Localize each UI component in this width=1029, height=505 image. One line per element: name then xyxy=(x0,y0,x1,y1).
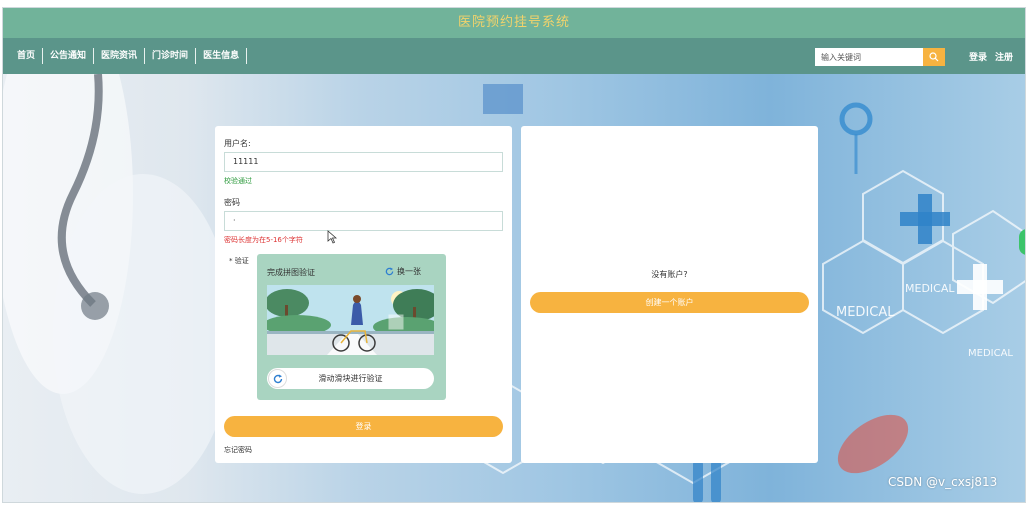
password-label: 密码 xyxy=(224,198,240,207)
search-input[interactable] xyxy=(815,48,923,66)
captcha-panel: 完成拼图验证 换一张 滑动滑块进行验证 xyxy=(257,254,446,400)
nav-bar: 首页 公告通知 医院资讯 门诊时间 医生信息 登录 注册 xyxy=(3,38,1025,74)
register-link[interactable]: 注册 xyxy=(995,50,1013,63)
search-icon xyxy=(929,52,939,62)
refresh-icon xyxy=(385,267,394,276)
password-error: 密码长度为在5-16个字符 xyxy=(224,236,303,244)
nav-item-doctors[interactable]: 医生信息 xyxy=(196,48,248,64)
svg-text:MEDICAL: MEDICAL xyxy=(968,348,1013,359)
password-input[interactable]: · xyxy=(224,211,503,231)
auth-links: 登录 注册 xyxy=(969,38,1013,74)
captcha-refresh-label: 换一张 xyxy=(397,267,421,276)
captcha-slider[interactable]: 滑动滑块进行验证 xyxy=(267,368,434,389)
main-nav: 首页 公告通知 医院资讯 门诊时间 医生信息 xyxy=(13,38,248,74)
mouse-cursor-icon xyxy=(327,230,337,244)
nav-item-home[interactable]: 首页 xyxy=(13,48,44,64)
forgot-password-link[interactable]: 忘记密码 xyxy=(224,445,252,455)
watermark: CSDN @v_cxsj813 xyxy=(888,475,998,489)
captcha-image xyxy=(267,285,434,355)
slider-hint: 滑动滑块进行验证 xyxy=(318,374,383,383)
side-chat-bubble[interactable] xyxy=(1019,229,1025,255)
captcha-puzzle-illustration xyxy=(267,285,434,355)
username-label: 用户名: xyxy=(224,139,251,148)
refresh-icon xyxy=(273,374,282,383)
medical-background-illustration: MEDICAL MEDICAL MEDICAL xyxy=(3,74,1025,502)
login-link[interactable]: 登录 xyxy=(969,50,987,63)
username-input[interactable]: 11111 xyxy=(224,152,503,172)
login-submit-button[interactable]: 登录 xyxy=(224,416,503,437)
nav-item-news[interactable]: 医院资讯 xyxy=(94,48,146,64)
app-frame: 医院预约挂号系统 首页 公告通知 医院资讯 门诊时间 医生信息 登录 注册 xyxy=(2,7,1026,503)
slider-handle[interactable] xyxy=(268,369,287,388)
verify-label: * 验证 xyxy=(229,257,249,265)
nav-item-notices[interactable]: 公告通知 xyxy=(43,48,95,64)
hero-background: MEDICAL MEDICAL MEDICAL 用户名: 11111 校验通过 … xyxy=(3,74,1025,502)
username-status: 校验通过 xyxy=(224,177,252,185)
svg-text:MEDICAL: MEDICAL xyxy=(905,282,955,295)
site-title: 医院预约挂号系统 xyxy=(457,15,570,30)
search-button[interactable] xyxy=(923,48,945,66)
no-account-prompt: 没有账户? xyxy=(651,270,688,279)
svg-text:MEDICAL: MEDICAL xyxy=(836,305,895,320)
login-card: 用户名: 11111 校验通过 密码 · 密码长度为在5-16个字符 * 验证 … xyxy=(215,126,512,463)
create-account-button[interactable]: 创建一个账户 xyxy=(530,292,809,313)
register-card: 没有账户? 创建一个账户 xyxy=(521,126,818,463)
title-bar: 医院预约挂号系统 xyxy=(3,8,1025,38)
search-box xyxy=(815,48,945,66)
nav-item-clinic-hours[interactable]: 门诊时间 xyxy=(145,48,197,64)
captcha-refresh-button[interactable]: 换一张 xyxy=(385,266,421,277)
captcha-title: 完成拼图验证 xyxy=(267,268,315,277)
